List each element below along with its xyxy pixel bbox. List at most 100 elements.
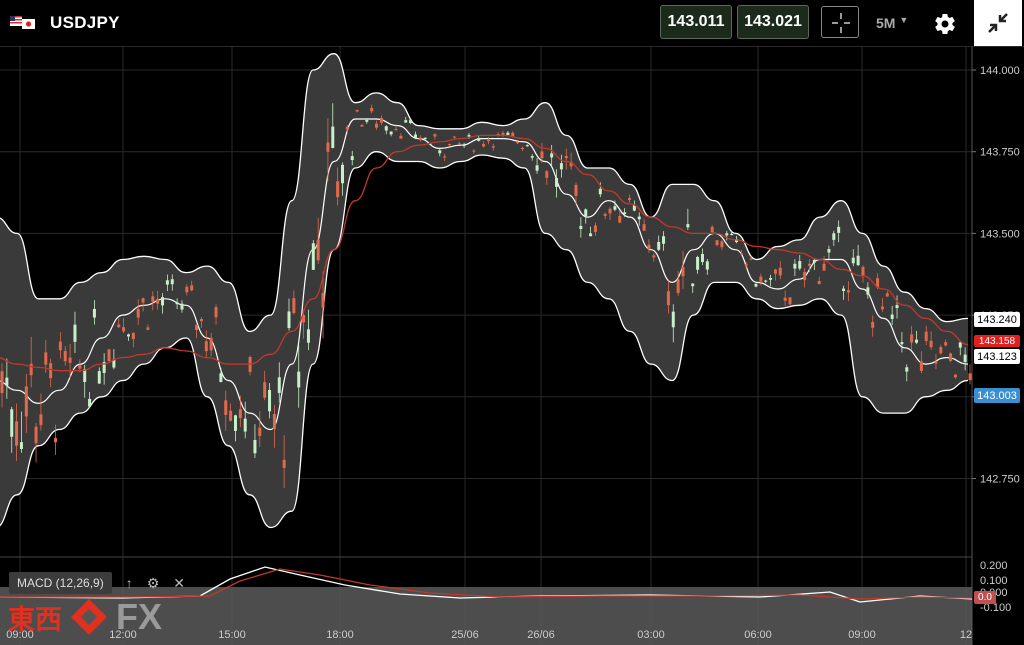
- candle-body: [0, 371, 4, 394]
- candle-body: [520, 147, 524, 150]
- candle-body: [199, 319, 203, 322]
- candle-body: [807, 263, 811, 266]
- candle-body: [900, 342, 904, 345]
- candle-body: [117, 324, 121, 328]
- candle-body: [618, 215, 622, 223]
- candle-body: [472, 150, 476, 152]
- candle-body: [880, 306, 884, 310]
- candle-body: [10, 409, 14, 437]
- candle-body: [316, 239, 320, 261]
- candle-body: [195, 324, 199, 331]
- candle-body: [691, 283, 695, 287]
- candle-body: [491, 146, 495, 148]
- candle-body: [798, 261, 802, 269]
- candle-body: [292, 298, 296, 314]
- candle-body: [511, 132, 515, 137]
- candle-body: [243, 418, 247, 432]
- candle-body: [700, 253, 704, 263]
- candle-body: [350, 156, 354, 161]
- collapse-icon: [988, 13, 1008, 33]
- candle-body: [443, 156, 447, 158]
- candle-body: [832, 233, 836, 240]
- candle-body: [846, 290, 850, 293]
- candle-body: [914, 339, 918, 343]
- candle-body: [647, 244, 651, 250]
- candle-body: [83, 369, 87, 382]
- price-chart[interactable]: 144.000143.750143.500143.250143.000142.7…: [0, 47, 1024, 645]
- candle-body: [204, 341, 208, 352]
- bid-price-button[interactable]: 143.011: [660, 5, 732, 39]
- candle-body: [331, 126, 335, 148]
- candle-body: [156, 298, 160, 304]
- candle-body: [827, 249, 831, 253]
- dropdown-arrow-icon: ▼: [899, 15, 909, 25]
- symbol-title[interactable]: USDJPY: [50, 13, 120, 33]
- candle-body: [842, 288, 846, 291]
- candle-body: [803, 271, 807, 281]
- candle-body: [151, 296, 155, 302]
- candle-body: [399, 135, 403, 139]
- broker-logo: 東西 FX: [8, 596, 162, 638]
- candle-body: [949, 353, 953, 361]
- candle-body: [268, 389, 272, 412]
- candle-body: [219, 373, 223, 382]
- upper-band-badge: 143.240: [974, 312, 1020, 327]
- timeframe-select[interactable]: 5M ▼: [876, 15, 908, 31]
- candle-body: [63, 350, 67, 362]
- candle-body: [739, 253, 743, 255]
- candle-body: [418, 137, 422, 141]
- macd-label[interactable]: MACD (12,26,9): [9, 572, 112, 594]
- candle-body: [627, 197, 631, 201]
- arrow-up-icon[interactable]: ↑: [126, 575, 133, 591]
- candle-body: [122, 327, 126, 332]
- candle-body: [34, 426, 38, 444]
- candle-body: [224, 400, 228, 415]
- bollinger-fill: [0, 53, 968, 528]
- candle-body: [953, 374, 957, 378]
- sma-badge: 143.158: [974, 335, 1020, 347]
- gear-icon[interactable]: [933, 12, 957, 36]
- candle-body: [88, 398, 92, 407]
- candle-body: [452, 136, 456, 138]
- candle-body: [190, 285, 194, 291]
- time-axis-label: 26/06: [527, 629, 555, 641]
- candle-body: [258, 427, 262, 436]
- candle-body: [919, 361, 923, 371]
- candle-body: [871, 321, 875, 328]
- candle-body: [24, 386, 28, 417]
- macd-toolbar: MACD (12,26,9) ↑ ⚙ ✕: [9, 572, 185, 594]
- candle-body: [365, 120, 369, 122]
- price-axis-label: 143.500: [980, 228, 1020, 240]
- candle-body: [287, 311, 291, 329]
- candle-body: [851, 257, 855, 264]
- candle-body: [467, 135, 471, 137]
- close-icon[interactable]: ✕: [173, 575, 185, 592]
- settings-icon[interactable]: ⚙: [147, 575, 160, 592]
- candle-body: [229, 410, 233, 421]
- candle-body: [73, 324, 77, 342]
- collapse-button[interactable]: [974, 0, 1022, 46]
- crosshair-button[interactable]: [821, 6, 859, 38]
- candle-body: [326, 142, 330, 152]
- candle-body: [837, 226, 841, 233]
- candle-body: [535, 165, 539, 171]
- candle-body: [686, 224, 690, 228]
- candle-body: [126, 334, 130, 337]
- candle-body: [185, 286, 189, 293]
- time-axis-label: 18:00: [326, 629, 354, 641]
- candle-body: [5, 377, 9, 386]
- time-axis-label: 03:00: [637, 629, 665, 641]
- candle-body: [78, 365, 82, 369]
- candle-body: [676, 279, 680, 293]
- logo-diamond-icon: [71, 599, 107, 635]
- candle-body: [589, 233, 593, 237]
- candle-body: [642, 224, 646, 231]
- candle-body: [54, 438, 58, 443]
- ask-price-button[interactable]: 143.021: [737, 5, 809, 39]
- macd-value-badge: 0.0: [974, 591, 996, 604]
- candle-body: [355, 110, 359, 112]
- candle-body: [341, 164, 345, 184]
- candle-body: [744, 264, 748, 266]
- candle-body: [778, 267, 782, 276]
- candle-body: [545, 171, 549, 178]
